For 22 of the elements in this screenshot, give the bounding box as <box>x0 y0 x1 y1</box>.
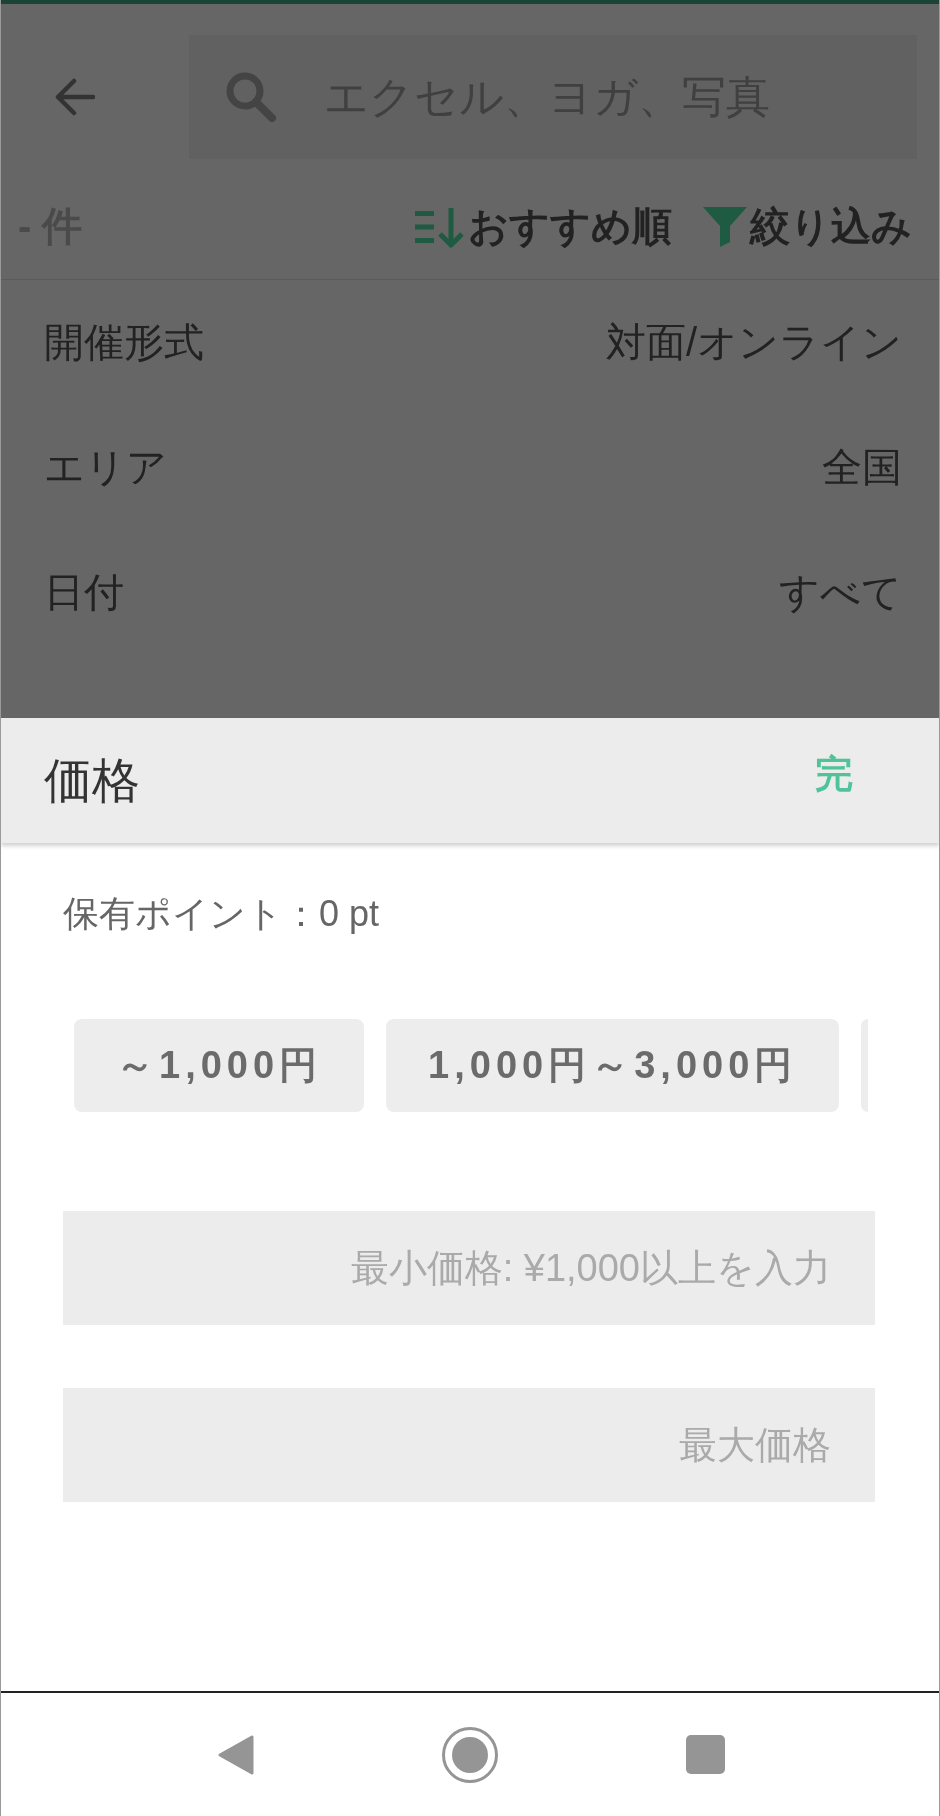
back-arrow-icon[interactable] <box>53 76 95 118</box>
sort-button[interactable]: おすすめ順 <box>415 199 672 254</box>
price-field[interactable]: 最大価格 <box>63 1388 875 1502</box>
nav-back-icon[interactable] <box>216 1733 254 1776</box>
filter-value[interactable]: 全国 <box>822 443 902 491</box>
sheet-title: 価格 <box>44 752 140 809</box>
sort-icon <box>415 205 465 248</box>
filter-value[interactable]: すべて <box>779 568 902 616</box>
price-chip[interactable]: 1,000円～3,000円 <box>386 1019 840 1112</box>
funnel-icon <box>703 205 747 248</box>
recent-apps-icon[interactable] <box>685 1735 725 1774</box>
price-chip[interactable]: ～1,000円 <box>74 1019 365 1112</box>
filter-label: 日付 <box>44 569 124 616</box>
filter-label: 開催形式 <box>44 319 204 366</box>
price-field[interactable]: 最小価格: ¥1,000以上を入力 <box>63 1211 875 1325</box>
filter-value[interactable]: 対面/オンライン <box>605 318 902 366</box>
home-icon[interactable] <box>442 1726 498 1783</box>
filter-button[interactable]: 絞り込み <box>703 199 912 254</box>
search-icon <box>225 71 277 123</box>
filter-label: エリア <box>44 444 167 491</box>
points-balance: 保有ポイント：0 pt <box>63 892 380 936</box>
done-button[interactable]: 完 <box>815 749 853 800</box>
